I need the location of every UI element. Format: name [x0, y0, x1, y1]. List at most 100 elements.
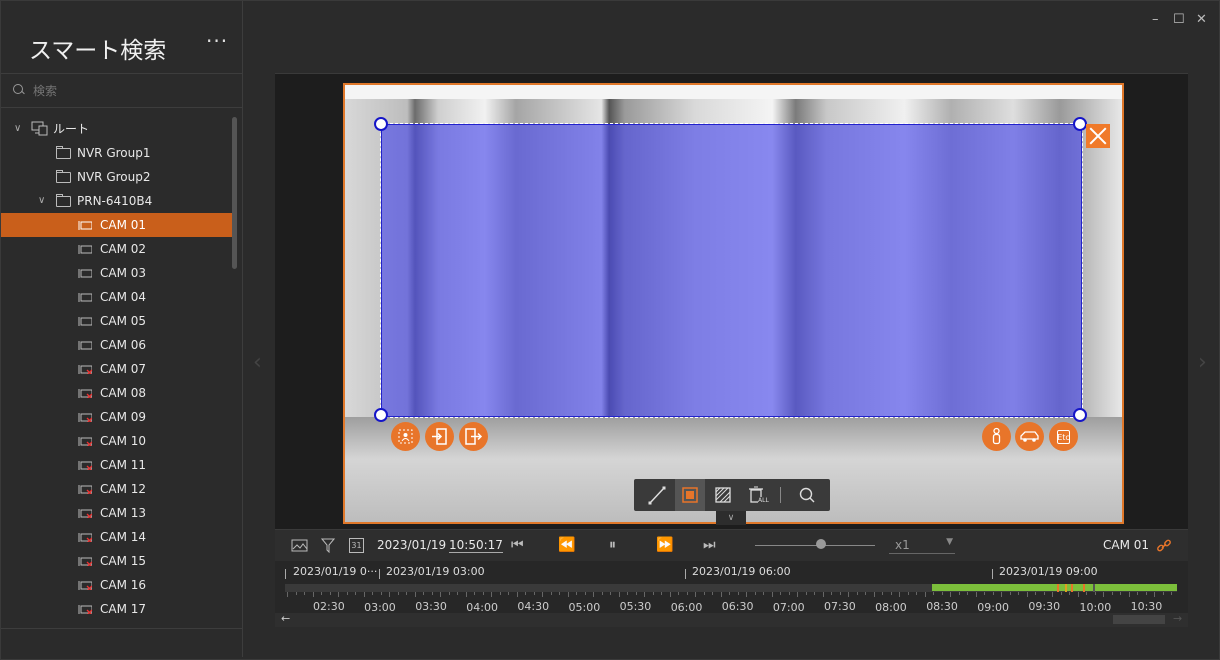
chevron-down-icon[interactable]: ∨ — [14, 117, 21, 141]
filter-icon[interactable] — [321, 538, 335, 553]
event-marker[interactable] — [1071, 584, 1073, 592]
collapse-panel-button[interactable]: ∨ — [716, 511, 746, 525]
speed-slider[interactable] — [755, 545, 875, 546]
tree-camera-label: CAM 13 — [100, 506, 147, 520]
timeline-tick — [1077, 592, 1079, 597]
tree-camera-item[interactable]: CAM 12 — [1, 477, 233, 501]
delete-all-button[interactable]: ALL — [742, 479, 772, 511]
timeline-tick — [499, 592, 501, 595]
search-input[interactable] — [31, 81, 225, 101]
skip-forward-icon[interactable]: ⏭ — [703, 537, 716, 553]
tree-camera-item[interactable]: CAM 13 — [1, 501, 233, 525]
timeline-scrollbar[interactable]: ← → — [275, 612, 1188, 627]
tree-camera-item[interactable]: CAM 06 — [1, 333, 233, 357]
tree-camera-item[interactable]: CAM 11 — [1, 453, 233, 477]
pause-icon[interactable]: ⏸ — [609, 537, 616, 553]
event-marker[interactable] — [1083, 584, 1085, 592]
maximize-button[interactable]: ☐ — [1173, 12, 1185, 27]
rewind-icon[interactable]: ⏪ — [558, 537, 575, 553]
link-icon[interactable] — [1156, 538, 1172, 554]
playback-date[interactable]: 2023/01/19 — [377, 538, 446, 552]
timeline-tick — [329, 592, 331, 595]
tree-camera-item[interactable]: CAM 17 — [1, 597, 233, 621]
tree-camera-item[interactable]: CAM 15 — [1, 549, 233, 573]
timeline-tick — [1128, 592, 1130, 597]
area-handle[interactable] — [1073, 117, 1087, 131]
timeline-tick — [491, 592, 492, 597]
detection-area[interactable] — [380, 123, 1083, 418]
timeline-tick — [389, 592, 390, 597]
date-tick — [992, 569, 993, 579]
delete-area-button[interactable] — [1086, 124, 1110, 148]
vehicle-filter-button[interactable] — [1015, 422, 1044, 451]
more-options-button[interactable]: ··· — [206, 29, 228, 53]
timeline-tick — [312, 592, 314, 597]
tree-camera-item[interactable]: CAM 01 — [1, 213, 233, 237]
area-handle[interactable] — [1073, 408, 1087, 422]
event-marker[interactable] — [1057, 584, 1059, 592]
timeline-tick — [397, 592, 399, 595]
sidebar-scrollbar[interactable] — [232, 117, 237, 269]
exit-button[interactable] — [459, 422, 488, 451]
person-filter-button[interactable] — [982, 422, 1011, 451]
timeline[interactable]: 2023/01/19 0··· 2023/01/19 03:00 2023/01… — [275, 561, 1188, 627]
skip-back-icon[interactable]: ⏮ — [511, 537, 524, 553]
tree-root-label: ルート — [53, 122, 90, 136]
event-marker[interactable] — [1093, 584, 1095, 592]
search-button[interactable] — [792, 479, 822, 511]
chevron-left-icon[interactable]: ‹ — [253, 350, 262, 375]
scroll-thumb[interactable] — [1113, 615, 1165, 624]
area-handle[interactable] — [374, 408, 388, 422]
area-handle[interactable] — [374, 117, 388, 131]
tree-camera-item[interactable]: CAM 14 — [1, 525, 233, 549]
scroll-left-icon[interactable]: ← — [281, 612, 290, 625]
camera-offline-icon — [78, 557, 92, 566]
tree-camera-item[interactable]: CAM 10 — [1, 429, 233, 453]
timeline-tick — [1103, 592, 1104, 597]
close-button[interactable]: ✕ — [1196, 12, 1207, 27]
tree-group-2[interactable]: NVR Group2 — [1, 165, 233, 189]
timeline-tick — [746, 592, 747, 597]
timeline-tick — [1111, 592, 1113, 595]
timeline-tick — [1094, 592, 1096, 595]
tree-camera-item[interactable]: CAM 09 — [1, 405, 233, 429]
tree-camera-item[interactable]: CAM 04 — [1, 285, 233, 309]
tree-camera-item[interactable]: CAM 07 — [1, 357, 233, 381]
draw-area-button[interactable] — [675, 479, 705, 511]
device-tree: ∨ ルート NVR Group1 NVR Group2 ∨ PRN-6410B4… — [1, 117, 233, 621]
tree-camera-item[interactable]: CAM 05 — [1, 309, 233, 333]
draw-line-button[interactable] — [642, 479, 672, 511]
etc-filter-button[interactable]: Etc — [1049, 422, 1078, 451]
timeline-tick — [525, 592, 526, 595]
playback-time[interactable]: 10:50:17 — [449, 538, 503, 553]
date-tick — [379, 569, 380, 579]
scroll-right-icon[interactable]: → — [1173, 612, 1182, 625]
person-icon — [992, 427, 1001, 445]
slider-handle[interactable] — [816, 539, 826, 549]
event-marker[interactable] — [1065, 584, 1067, 592]
exclude-area-button[interactable] — [708, 479, 738, 511]
intrusion-button[interactable] — [391, 422, 420, 451]
tree-group-1[interactable]: NVR Group1 — [1, 141, 233, 165]
minimize-button[interactable]: – — [1152, 12, 1159, 27]
timeline-tick — [984, 592, 985, 595]
chevron-right-icon[interactable]: › — [1198, 350, 1207, 375]
timeline-tick — [720, 592, 722, 597]
tree-camera-item[interactable]: CAM 02 — [1, 237, 233, 261]
speed-select[interactable]: x1 ▼ — [889, 537, 955, 554]
thumbnail-icon[interactable] — [291, 539, 309, 553]
tree-camera-label: CAM 14 — [100, 530, 147, 544]
tree-camera-item[interactable]: CAM 08 — [1, 381, 233, 405]
tree-group-label: NVR Group1 — [77, 146, 151, 160]
tree-camera-item[interactable]: CAM 16 — [1, 573, 233, 597]
fast-forward-icon[interactable]: ⏩ — [656, 537, 673, 553]
timeline-tick — [712, 592, 713, 595]
tree-group-3[interactable]: ∨ PRN-6410B4 — [1, 189, 233, 213]
enter-button[interactable] — [425, 422, 454, 451]
tree-camera-item[interactable]: CAM 03 — [1, 261, 233, 285]
tree-root[interactable]: ∨ ルート — [1, 117, 233, 141]
timeline-tick — [1035, 592, 1036, 595]
timeline-hour-label: 03:00 — [364, 601, 396, 614]
chevron-down-icon[interactable]: ∨ — [38, 189, 45, 213]
calendar-icon[interactable]: 31 — [349, 538, 364, 553]
